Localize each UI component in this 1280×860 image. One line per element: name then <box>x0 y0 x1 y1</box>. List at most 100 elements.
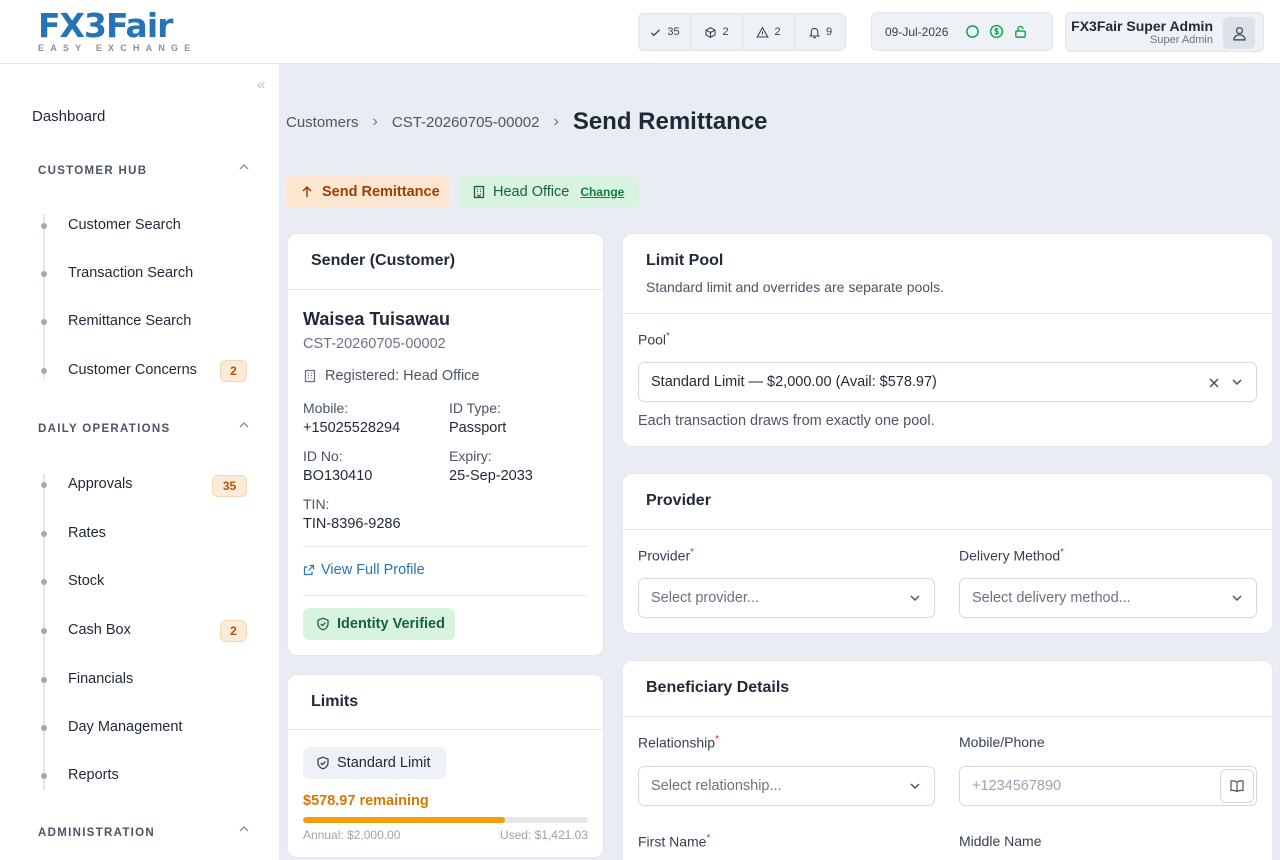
view-full-profile-text: View Full Profile <box>321 562 425 578</box>
business-date: 09-Jul-2026 <box>871 12 1053 51</box>
standard-limit-badge: Standard Limit <box>303 747 446 779</box>
id-type-value: Passport <box>449 420 507 436</box>
delivery-method-label-text: Delivery Method <box>959 547 1061 564</box>
sidebar-item-rates[interactable]: Rates <box>68 525 106 541</box>
chevron-down-icon[interactable] <box>1231 376 1243 388</box>
warnings-counter[interactable]: 2 <box>743 14 795 50</box>
nav-dot <box>41 319 47 325</box>
sidebar-item-remittance-search[interactable]: Remittance Search <box>68 313 191 329</box>
approvals-counter[interactable]: 35 <box>639 14 691 50</box>
check-icon <box>651 28 661 36</box>
chevron-right-icon: › <box>372 113 378 130</box>
sidebar-item-financials[interactable]: Financials <box>68 671 133 687</box>
status-circle-icon[interactable] <box>965 24 980 39</box>
middle-name-label: Middle Name <box>959 833 1042 849</box>
customer-id: CST-20260705-00002 <box>303 336 446 352</box>
dollar-icon[interactable] <box>989 24 1004 39</box>
mobile-phone-input[interactable]: +1234567890 <box>959 766 1257 806</box>
mobile-value: +15025528294 <box>303 420 401 436</box>
sidebar-item-transaction-search[interactable]: Transaction Search <box>68 265 193 281</box>
cash-box-badge: 2 <box>220 620 247 642</box>
chevron-down-icon[interactable] <box>909 592 921 604</box>
phonebook-button[interactable] <box>1220 769 1254 803</box>
branch-name: Head Office <box>493 184 570 200</box>
limit-pool-subtitle: Standard limit and overrides are separat… <box>646 279 945 295</box>
breadcrumb: Customers › CST-20260705-00002 › Send Re… <box>286 108 768 136</box>
change-branch-link[interactable]: Change <box>580 185 624 199</box>
sidebar-item-customer-search[interactable]: Customer Search <box>68 217 181 233</box>
chevron-up-icon[interactable] <box>238 161 250 176</box>
relationship-label-text: Relationship <box>638 734 716 751</box>
chevron-up-icon[interactable] <box>238 419 250 434</box>
expiry-label: Expiry: <box>449 448 492 464</box>
breadcrumb-customers[interactable]: Customers <box>286 114 359 131</box>
section-daily-operations[interactable]: DAILY OPERATIONS <box>38 423 170 435</box>
arrow-up-icon <box>302 185 312 197</box>
unlock-icon[interactable] <box>1013 24 1028 39</box>
collapse-sidebar-icon[interactable]: « <box>257 76 265 93</box>
nav-dot <box>41 482 47 488</box>
nav-dot <box>41 725 47 731</box>
divider <box>623 313 1272 314</box>
stock-counter[interactable]: 2 <box>691 14 743 50</box>
id-no-label: ID No: <box>303 448 343 464</box>
provider-select[interactable]: Select provider... <box>638 578 935 618</box>
section-administration[interactable]: ADMINISTRATION <box>38 827 155 839</box>
tin-label: TIN: <box>303 496 330 512</box>
notifications-counter[interactable]: 9 <box>795 14 845 50</box>
clear-icon[interactable] <box>1208 377 1220 389</box>
view-full-profile-link[interactable]: View Full Profile <box>303 562 425 578</box>
sidebar-item-customer-concerns[interactable]: Customer Concerns <box>68 362 197 378</box>
provider-label: Provider* <box>638 547 695 564</box>
logo[interactable]: FX3Fair EASY EXCHANGE <box>38 9 196 53</box>
divider <box>288 289 603 290</box>
concerns-badge: 2 <box>220 360 247 382</box>
delivery-method-placeholder: Select delivery method... <box>972 590 1131 606</box>
chevron-up-icon[interactable] <box>238 823 250 838</box>
user-menu[interactable]: FX3Fair Super Admin Super Admin <box>1065 12 1264 52</box>
sidebar-item-day-management[interactable]: Day Management <box>68 719 182 735</box>
divider <box>288 729 603 730</box>
limit-progress-bar <box>303 817 588 823</box>
external-link-icon <box>303 564 315 576</box>
pool-help-text: Each transaction draws from exactly one … <box>638 413 935 429</box>
sender-card-title: Sender (Customer) <box>311 252 456 269</box>
shield-check-icon <box>317 756 329 770</box>
section-customer-hub[interactable]: CUSTOMER HUB <box>38 165 147 177</box>
sidebar-item-stock[interactable]: Stock <box>68 573 104 589</box>
chevron-down-icon[interactable] <box>1231 592 1243 604</box>
avatar[interactable] <box>1223 17 1255 49</box>
first-name-label: First Name* <box>638 833 711 850</box>
user-role: Super Admin <box>1150 34 1213 46</box>
delivery-method-label: Delivery Method* <box>959 547 1065 564</box>
sidebar-item-dashboard[interactable]: Dashboard <box>32 108 105 125</box>
nav-dot <box>41 677 47 683</box>
standard-limit-text: Standard Limit <box>337 755 431 771</box>
nav-dot <box>41 223 47 229</box>
divider <box>623 529 1272 530</box>
beneficiary-title: Beneficiary Details <box>646 679 790 696</box>
sidebar-item-reports[interactable]: Reports <box>68 767 119 783</box>
sidebar-item-cash-box[interactable]: Cash Box <box>68 622 131 638</box>
registered-branch: Registered: Head Office <box>303 368 479 384</box>
book-open-icon <box>1230 780 1244 793</box>
used-amount: Used: $1,421.03 <box>499 828 588 842</box>
relationship-placeholder: Select relationship... <box>651 778 782 794</box>
delivery-method-select[interactable]: Select delivery method... <box>959 578 1257 618</box>
relationship-select[interactable]: Select relationship... <box>638 766 935 806</box>
first-name-label-text: First Name <box>638 833 707 850</box>
box-icon <box>705 26 716 38</box>
breadcrumb-customer-id[interactable]: CST-20260705-00002 <box>392 114 540 131</box>
limit-remaining: $578.97 remaining <box>303 793 429 809</box>
building-icon <box>473 185 485 199</box>
nav-dot <box>41 368 47 374</box>
pool-label: Pool* <box>638 331 670 348</box>
id-type-label: ID Type: <box>449 400 501 416</box>
provider-placeholder: Select provider... <box>651 590 759 606</box>
chevron-down-icon[interactable] <box>909 780 921 792</box>
sidebar-item-approvals[interactable]: Approvals <box>68 476 132 492</box>
approvals-badge: 35 <box>212 475 247 497</box>
nav-dot <box>41 773 47 779</box>
pool-select[interactable]: Standard Limit — $2,000.00 (Avail: $578.… <box>638 362 1257 402</box>
shield-check-icon <box>317 617 329 631</box>
